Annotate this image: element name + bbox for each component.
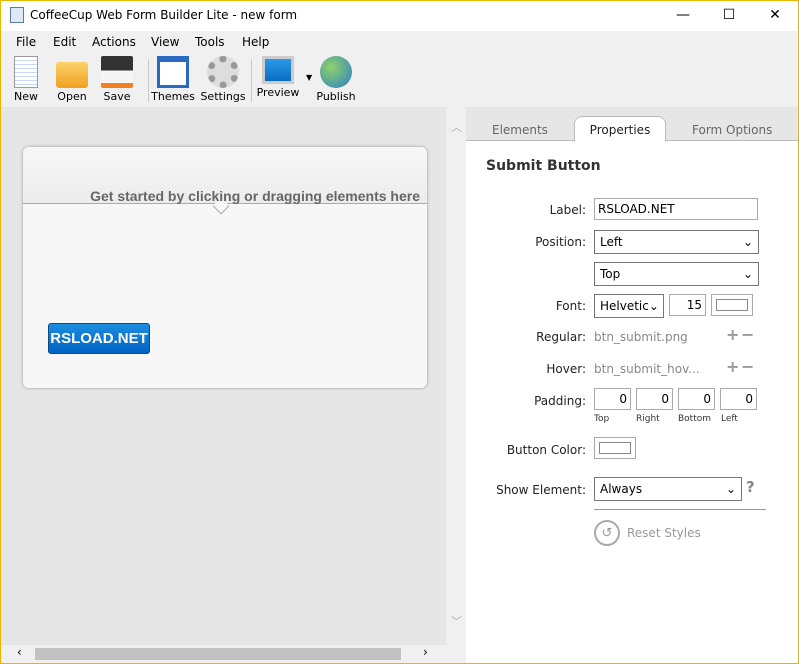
gear-icon <box>207 56 239 88</box>
open-label: Open <box>57 90 87 103</box>
preview-dropdown-arrow-icon[interactable]: ▼ <box>306 73 312 82</box>
folder-icon <box>56 62 88 88</box>
toolbar-separator <box>251 60 252 102</box>
button-color-swatch[interactable] <box>594 437 636 459</box>
tab-properties[interactable]: Properties <box>574 116 666 142</box>
padding-right-input[interactable]: 0 <box>636 388 673 410</box>
label-input[interactable]: RSLOAD.NET <box>594 198 758 220</box>
window-title: CoffeeCup Web Form Builder Lite - new fo… <box>30 8 298 22</box>
scroll-right-icon[interactable]: › <box>423 645 428 659</box>
themes-label: Themes <box>151 90 195 103</box>
padding-bottom-caption: Bottom <box>678 414 712 424</box>
chevron-down-icon: ⌄ <box>725 482 736 496</box>
menu-help[interactable]: Help <box>242 35 269 49</box>
panel-title: Submit Button <box>486 158 601 174</box>
reset-styles-button[interactable]: ↺ Reset Styles <box>594 520 701 546</box>
regular-image-value: btn_submit.png <box>594 330 688 344</box>
maximize-button[interactable]: ☐ <box>706 0 752 30</box>
globe-upload-icon <box>320 56 352 88</box>
publish-label: Publish <box>316 90 356 103</box>
position-v-value: Top <box>600 267 621 281</box>
label-label: Label: <box>549 203 586 217</box>
plus-icon[interactable]: + <box>726 357 739 376</box>
show-element-select[interactable]: Always ⌄ <box>594 477 742 501</box>
position-horizontal-select[interactable]: Left ⌄ <box>594 230 759 254</box>
settings-button[interactable]: Settings <box>200 56 246 103</box>
show-element-label: Show Element: <box>496 483 586 497</box>
scroll-up-icon[interactable]: ︿ <box>451 119 462 135</box>
menu-file[interactable]: File <box>16 35 36 49</box>
preview-button[interactable]: Preview <box>257 56 299 99</box>
color-box <box>716 299 748 311</box>
hover-image-value: btn_submit_hov... <box>594 362 700 376</box>
divider <box>594 509 766 510</box>
themes-button[interactable]: Themes <box>151 56 195 103</box>
padding-top-caption: Top <box>594 414 610 424</box>
chevron-down-icon: ⌄ <box>742 267 753 281</box>
app-icon <box>10 7 24 23</box>
form-canvas[interactable]: Get started by clicking or dragging elem… <box>23 147 427 388</box>
scroll-thumb[interactable] <box>35 648 401 660</box>
padding-right-caption: Right <box>636 414 660 424</box>
themes-brush-icon <box>157 56 189 88</box>
open-button[interactable]: Open <box>55 56 89 103</box>
padding-bottom-input[interactable]: 0 <box>678 388 715 410</box>
new-document-icon <box>14 56 38 88</box>
plus-icon[interactable]: + <box>726 325 739 344</box>
floppy-disk-icon <box>101 56 133 88</box>
position-label: Position: <box>535 235 586 249</box>
position-vertical-select[interactable]: Top ⌄ <box>594 262 759 286</box>
monitor-icon <box>262 56 294 84</box>
color-box <box>599 442 631 454</box>
menu-view[interactable]: View <box>151 35 179 49</box>
show-element-value: Always <box>600 482 643 496</box>
submit-button-preview[interactable]: RSLOAD.NET <box>48 323 150 354</box>
minimize-button[interactable]: — <box>660 0 706 30</box>
save-button[interactable]: Save <box>100 56 134 103</box>
font-size-input[interactable]: 15 <box>669 294 706 316</box>
menu-tools[interactable]: Tools <box>195 35 225 49</box>
minus-icon[interactable]: − <box>741 325 754 344</box>
scroll-left-icon[interactable]: ‹ <box>17 645 22 659</box>
chevron-down-icon: ⌄ <box>648 299 659 313</box>
regular-label: Regular: <box>536 330 586 344</box>
vertical-scrollbar[interactable]: ︿ ﹀ <box>446 107 466 647</box>
button-color-label: Button Color: <box>506 443 586 457</box>
publish-button[interactable]: Publish <box>316 56 356 103</box>
new-label: New <box>14 90 38 103</box>
font-family-value: Helvetic <box>600 299 649 313</box>
menu-edit[interactable]: Edit <box>53 35 76 49</box>
save-label: Save <box>103 90 131 103</box>
menu-actions[interactable]: Actions <box>92 35 136 49</box>
toolbar-separator <box>148 60 149 102</box>
preview-label: Preview <box>256 86 300 99</box>
reset-styles-label: Reset Styles <box>627 526 701 540</box>
font-label: Font: <box>555 299 586 313</box>
padding-left-caption: Left <box>721 414 738 424</box>
scroll-down-icon[interactable]: ﹀ <box>451 613 462 629</box>
help-icon[interactable]: ? <box>746 478 755 496</box>
drop-hint: Get started by clicking or dragging elem… <box>90 188 420 204</box>
properties-panel <box>466 107 798 663</box>
padding-label: Padding: <box>534 394 586 408</box>
reset-icon: ↺ <box>594 520 620 546</box>
chevron-down-icon: ⌄ <box>742 235 753 249</box>
close-button[interactable]: ✕ <box>752 0 798 30</box>
new-button[interactable]: New <box>10 56 42 103</box>
tab-form-options[interactable]: Form Options <box>692 123 772 137</box>
padding-top-input[interactable]: 0 <box>594 388 631 410</box>
position-h-value: Left <box>600 235 623 249</box>
padding-left-input[interactable]: 0 <box>720 388 757 410</box>
minus-icon[interactable]: − <box>741 357 754 376</box>
hover-label: Hover: <box>546 362 586 376</box>
tab-elements[interactable]: Elements <box>492 123 548 137</box>
font-family-select[interactable]: Helvetic ⌄ <box>594 294 664 318</box>
font-color-swatch[interactable] <box>711 294 753 316</box>
horizontal-scrollbar[interactable]: ‹ › <box>1 645 466 663</box>
settings-label: Settings <box>200 90 246 103</box>
